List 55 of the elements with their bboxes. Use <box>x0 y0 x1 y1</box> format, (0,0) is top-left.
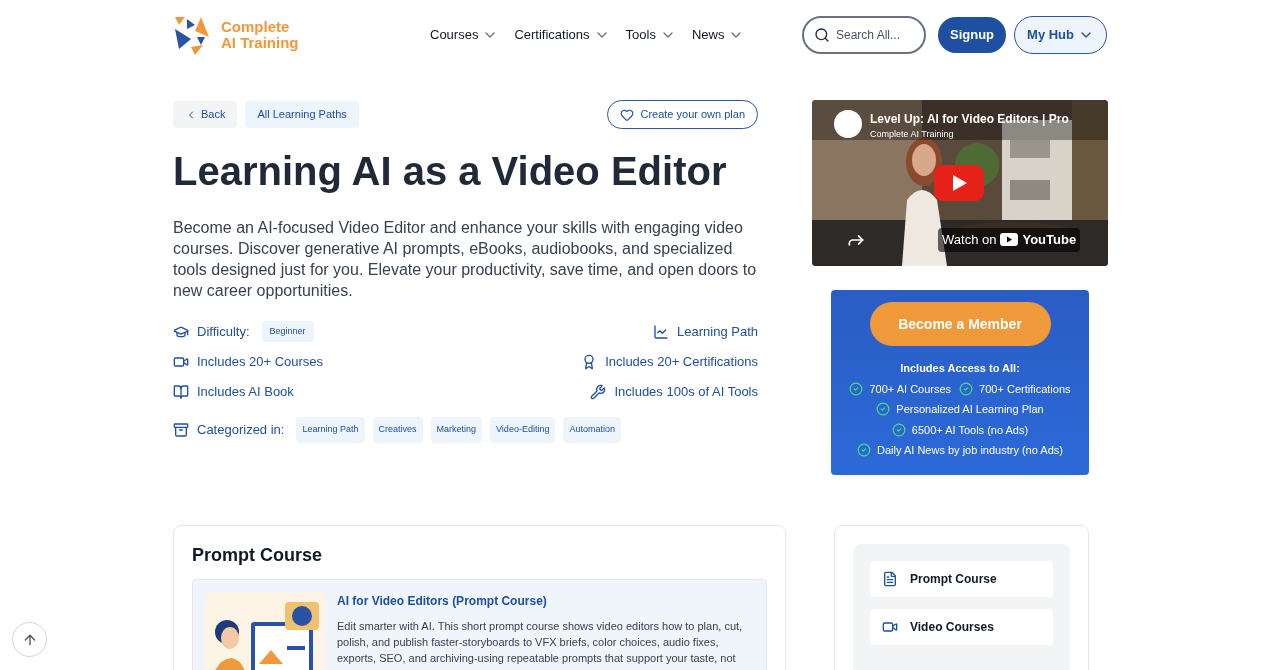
benefit-text: 6500+ AI Tools (no Ads) <box>911 422 1029 438</box>
check-circle-icon <box>891 422 906 437</box>
page-title: Learning AI as a Video Editor <box>173 148 728 195</box>
feature-label: Difficulty: <box>197 322 250 341</box>
access-heading: Includes Access to All: <box>900 361 1020 376</box>
video-player[interactable]: Level Up: AI for Video Editors | Pro Complete AI Training Watch on YouTube <box>812 100 1108 266</box>
play-logo-icon <box>1000 233 1019 247</box>
wrench-icon <box>590 383 607 400</box>
check-circle-icon <box>959 381 974 396</box>
course-card[interactable] <box>192 578 767 670</box>
check-circle-icon <box>849 381 864 396</box>
feature-label: Includes 20+ Certifications <box>605 352 758 371</box>
category-tag[interactable]: Creatives <box>372 417 423 443</box>
line-chart-icon <box>653 323 670 340</box>
archive-icon <box>173 421 189 438</box>
side-nav-item[interactable]: Video Courses <box>870 608 1053 645</box>
video-title: Level Up: AI for Video Editors | Pro <box>870 111 1069 128</box>
feature-label: Includes 20+ Courses <box>197 352 324 371</box>
nav-menu-item[interactable]: Certifications <box>514 25 610 45</box>
category-tag[interactable]: Automation <box>563 417 621 443</box>
benefit-text: 700+ AI Courses <box>869 381 952 397</box>
learning-paths-button[interactable]: All Learning Paths <box>245 101 359 128</box>
check-circle-icon <box>857 443 872 458</box>
scroll-to-top-button[interactable] <box>12 622 47 657</box>
document-icon <box>882 570 898 587</box>
book-icon <box>173 383 189 400</box>
watch-on-youtube-button[interactable]: Watch on YouTube <box>938 228 1081 252</box>
nav-menu-item[interactable]: Tools <box>625 25 676 45</box>
course-title[interactable]: AI for Video Editors (Prompt Course) <box>337 591 754 610</box>
course-description: Edit smarter with AI. This short prompt course shows video editors how to plan, cut, polish, and publish faster-storyboards to VFX briefs, color choices, audio fixes, exports, SEO, and archiving-using repeatable prompts that support your taste, not <box>337 618 744 666</box>
heart-icon <box>620 107 635 122</box>
feature-label: Learning Path <box>677 322 758 341</box>
check-circle-icon <box>876 402 891 417</box>
section-heading: Prompt Course <box>192 543 324 567</box>
category-tag[interactable]: Video-Editing <box>490 417 556 443</box>
search-field[interactable]: Search All... <box>802 16 926 54</box>
benefit-text: Personalized AI Learning Plan <box>896 402 1044 417</box>
hub-menu-button[interactable]: My Hub <box>1014 16 1107 54</box>
channel-name: Complete AI Training <box>870 128 955 141</box>
signup-button[interactable]: Signup <box>938 17 1007 53</box>
difficulty-tag: Beginner <box>261 320 314 343</box>
search-icon <box>814 27 830 43</box>
nav-menu-item[interactable]: Courses <box>430 25 499 45</box>
page-description: Become an AI-focused Video Editor and enhance your skills with engaging video courses. Discover generative AI prompts, eBooks, audiobooks, and specialized tools designed just for you. Elevate your productivity, save time, and open doors to new career opportunities. <box>173 218 758 301</box>
side-nav-item[interactable]: Prompt Course <box>870 560 1053 597</box>
category-tag[interactable]: Marketing <box>430 417 483 443</box>
feature-label: Includes AI Book <box>197 382 294 401</box>
benefit-text: Daily AI News by job industry (no Ads) <box>877 443 1063 458</box>
nav-menu-item[interactable]: News <box>691 25 745 45</box>
back-button[interactable]: Back <box>173 101 238 128</box>
category-tag[interactable]: Learning Path <box>296 417 365 443</box>
play-button[interactable] <box>934 165 984 201</box>
benefit-text: 700+ Certifications <box>979 381 1071 397</box>
categories-label: Categorized in: <box>197 421 285 439</box>
feature-label: Includes 100s of AI Tools <box>614 382 758 401</box>
